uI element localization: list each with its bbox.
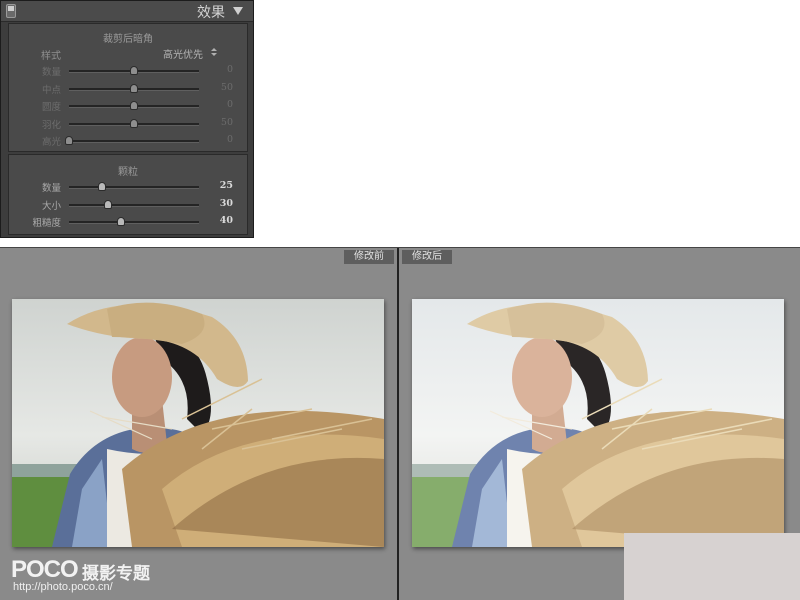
panel-title: 效果	[197, 5, 225, 21]
slider-thumb[interactable]	[130, 66, 138, 75]
slider-thumb[interactable]	[130, 83, 138, 93]
before-pane: 修改前	[0, 248, 397, 600]
vignette-style-label: 样式	[41, 51, 61, 62]
after-label: 修改后	[402, 250, 452, 264]
slider-thumb[interactable]	[104, 199, 112, 209]
slider-label: 数量	[41, 67, 61, 78]
effects-panel-header[interactable]: 效果	[1, 1, 253, 22]
slider-row: 大小 30	[9, 198, 247, 212]
slider-label: 圆度	[41, 102, 61, 113]
slider-track[interactable]	[65, 136, 199, 145]
up-down-arrows-icon[interactable]	[210, 46, 218, 58]
slider-track[interactable]	[69, 217, 199, 226]
switch-icon[interactable]	[6, 4, 16, 18]
slider-value[interactable]: 0	[227, 64, 233, 75]
slider-row: 圆度 0	[9, 99, 247, 113]
slider-label: 羽化	[41, 119, 61, 131]
slider-value[interactable]: 30	[220, 198, 233, 209]
vignette-title: 裁剪后暗角	[103, 34, 153, 45]
slider-track[interactable]	[69, 66, 199, 75]
watermark-url: http://photo.poco.cn/	[13, 581, 113, 593]
triangle-down-icon[interactable]	[233, 7, 243, 15]
slider-value[interactable]: 25	[220, 180, 233, 191]
post-crop-vignette-section: 裁剪后暗角 样式 高光优先 数量 0 中点 50 圆度 0 羽化 50 高光 0	[8, 23, 248, 152]
slider-label: 高光	[41, 137, 61, 148]
slider-value[interactable]: 50	[221, 117, 233, 128]
slider-track[interactable]	[69, 182, 199, 191]
after-photo[interactable]	[412, 299, 784, 547]
slider-thumb[interactable]	[130, 101, 138, 110]
slider-value[interactable]: 40	[220, 215, 233, 226]
slider-label: 大小	[41, 200, 61, 212]
slider-label: 数量	[41, 183, 61, 194]
slider-row: 数量 0	[9, 64, 247, 78]
slider-row: 羽化 50	[9, 117, 247, 131]
grain-section: 颗粒 数量 25 大小 30 粗糙度 40	[8, 154, 248, 235]
slider-label: 中点	[41, 84, 61, 96]
slider-value[interactable]: 50	[221, 82, 233, 93]
slider-row: 粗糙度 40	[9, 215, 247, 229]
slider-value[interactable]: 0	[227, 99, 233, 110]
slider-track[interactable]	[69, 118, 199, 128]
before-label: 修改前	[344, 250, 394, 264]
slider-thumb[interactable]	[97, 182, 106, 191]
slider-track[interactable]	[69, 83, 199, 93]
slider-row: 数量 25	[9, 180, 247, 194]
slider-value[interactable]: 0	[227, 134, 233, 145]
effects-panel: 效果 裁剪后暗角 样式 高光优先 数量 0 中点 50 圆度 0 羽化 50 高光 0 颗粒 数量…	[0, 0, 254, 238]
grain-title: 颗粒	[118, 167, 138, 178]
slider-thumb[interactable]	[65, 136, 73, 145]
poco-logo: POCO	[11, 556, 79, 583]
slider-label: 粗糙度	[32, 218, 61, 229]
slider-row: 中点 50	[9, 82, 247, 96]
slider-row: 高光 0	[9, 134, 247, 148]
corner-overlay	[624, 533, 800, 600]
vignette-style-select[interactable]: 高光优先	[163, 46, 203, 61]
portrait-image	[412, 299, 784, 547]
slider-thumb[interactable]	[117, 217, 125, 226]
slider-track[interactable]	[69, 199, 199, 209]
compare-view: 修改前 修改后	[0, 247, 800, 600]
slider-track[interactable]	[69, 101, 199, 110]
portrait-image	[12, 299, 384, 547]
slider-thumb[interactable]	[130, 118, 138, 128]
before-photo[interactable]	[12, 299, 384, 547]
